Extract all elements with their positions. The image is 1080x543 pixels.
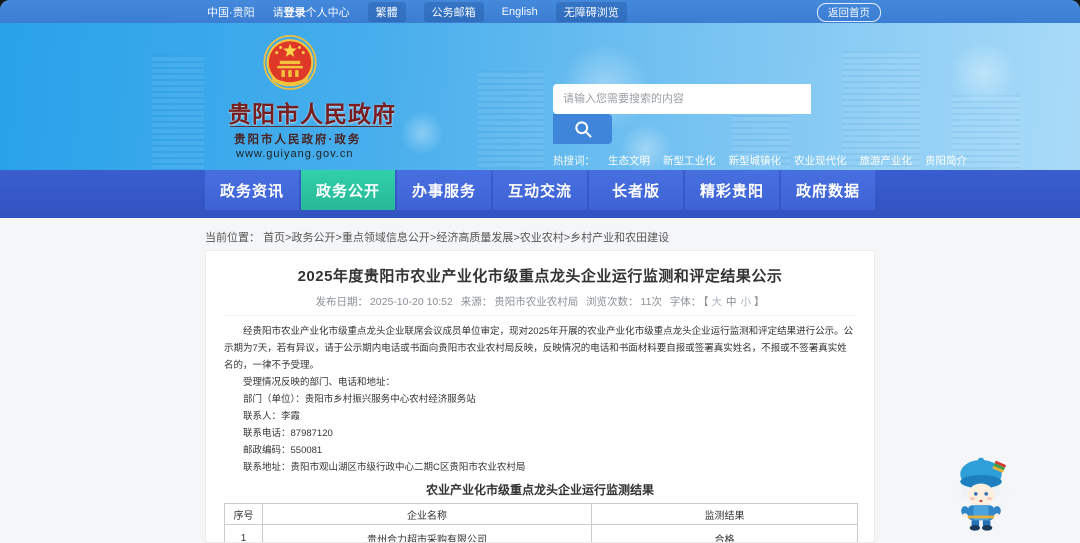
source-label: 来源： xyxy=(460,296,493,308)
article-paragraph: 联系电话：87987120 xyxy=(243,428,333,439)
nav-item-services[interactable]: 办事服务 xyxy=(397,170,491,210)
article-body: 经贵阳市农业产业化市级重点龙头企业联席会议成员单位审定，现对2025年开展的农业… xyxy=(224,323,856,476)
nav-item-gov-disclosure[interactable]: 政务公开 xyxy=(301,170,395,210)
font-size-large[interactable]: 大 xyxy=(712,296,723,308)
topbar: 中国·贵阳 请登录个人中心 繁體 公务邮箱 English 无障碍浏览 返回首页 xyxy=(0,0,1080,23)
bokeh-decoration xyxy=(950,41,1016,107)
hot-search-item[interactable]: 旅游产业化 xyxy=(860,153,913,168)
site-title: 贵阳市人民政府 xyxy=(228,101,396,127)
topbar-link-china-guiyang[interactable]: 中国·贵阳 xyxy=(207,4,255,20)
page-title: 2025年度贵阳市农业产业化市级重点龙头企业运行监测和评定结果公示 xyxy=(297,268,783,285)
login-suffix: 个人中心 xyxy=(305,6,350,19)
header-index: 序号 xyxy=(224,503,263,525)
hot-search-item[interactable]: 新型工业化 xyxy=(663,153,716,168)
monitoring-result-table: 序号 企业名称 监测结果 1 贵州合力超市采购有限公司 合格 2 贵州友禾种业有… xyxy=(224,503,858,542)
header-company-name: 企业名称 xyxy=(261,503,593,525)
table-row: 1 贵州合力超市采购有限公司 合格 xyxy=(224,524,858,542)
search-button[interactable] xyxy=(553,114,612,144)
login-prefix: 请 xyxy=(272,6,284,19)
cell-index: 1 xyxy=(224,524,263,542)
topbar-link-traditional[interactable]: 繁體 xyxy=(367,1,406,22)
topbar-link-official-mail[interactable]: 公务邮箱 xyxy=(423,1,484,22)
font-bracket-close: 】 xyxy=(754,296,765,308)
publish-date-value: 2025-10-20 10:52 xyxy=(369,296,453,308)
site-header-banner: 贵阳市人民政府 贵阳市人民政府·政务 www.guiyang.gov.cn 热搜… xyxy=(0,23,1080,170)
main-nav-items: 政务资讯 政务公开 办事服务 互动交流 长者版 精彩贵阳 政府数据 xyxy=(205,170,875,210)
table-header-row: 序号 企业名称 监测结果 xyxy=(224,503,858,525)
header-result: 监测结果 xyxy=(591,503,858,525)
article-meta: 发布日期： 2025-10-20 10:52 来源： 贵阳市农业农村局 浏览次数： 1… xyxy=(224,294,856,316)
mascot-assistant[interactable] xyxy=(948,450,1014,534)
cityscape-decoration xyxy=(152,55,204,170)
nav-item-senior-version[interactable]: 长者版 xyxy=(589,170,683,210)
topbar-login-link[interactable]: 请登录个人中心 xyxy=(273,4,350,20)
hot-search-label: 热搜词： xyxy=(553,155,595,167)
source-value: 贵阳市农业农村局 xyxy=(494,296,579,308)
topbar-link-accessibility[interactable]: 无障碍浏览 xyxy=(555,1,627,22)
article-card: 2025年度贵阳市农业产业化市级重点龙头企业运行监测和评定结果公示 发布日期： 2… xyxy=(205,250,875,543)
breadcrumb-label: 当前位置： xyxy=(205,232,260,244)
breadcrumb: 当前位置： 首页>政务公开>重点领域信息公开>经济高质量发展>农业农村>乡村产业… xyxy=(205,229,669,245)
main-nav: 政务资讯 政务公开 办事服务 互动交流 长者版 精彩贵阳 政府数据 xyxy=(0,170,1080,218)
publish-date-label: 发布日期： xyxy=(315,296,368,308)
cell-company-name: 贵州合力超市采购有限公司 xyxy=(261,524,593,542)
font-size-small[interactable]: 小 xyxy=(741,296,752,308)
views-value: 11次 xyxy=(640,296,662,308)
mascot-icon xyxy=(951,457,1011,531)
site-subtitle: 贵阳市人民政府·政务 xyxy=(234,134,362,146)
article-paragraph: 邮政编码：550081 xyxy=(243,445,323,456)
breadcrumb-path[interactable]: 首页>政务公开>重点领域信息公开>经济高质量发展>农业农村>乡村产业和农田建设 xyxy=(263,232,669,244)
hot-search-row: 热搜词： 生态文明 新型工业化 新型城镇化 农业现代化 旅游产业化 贵阳简介 xyxy=(553,153,967,168)
search-area: 热搜词： 生态文明 新型工业化 新型城镇化 农业现代化 旅游产业化 贵阳简介 xyxy=(553,84,967,168)
hot-search-item[interactable]: 生态文明 xyxy=(608,153,650,168)
font-size-label: 字体： xyxy=(669,296,702,308)
search-icon xyxy=(574,121,591,138)
nav-item-gov-data[interactable]: 政府数据 xyxy=(781,170,875,210)
font-bracket-open: 【 xyxy=(703,296,709,308)
nav-item-wonderful-guiyang[interactable]: 精彩贵阳 xyxy=(685,170,779,210)
hot-search-item[interactable]: 贵阳简介 xyxy=(925,153,967,168)
topbar-link-english[interactable]: English xyxy=(502,6,538,18)
return-home-button[interactable]: 返回首页 xyxy=(817,3,881,22)
page: 中国·贵阳 请登录个人中心 繁體 公务邮箱 English 无障碍浏览 返回首页 xyxy=(0,0,1080,543)
font-size-medium[interactable]: 中 xyxy=(726,296,737,308)
hot-search-item[interactable]: 新型城镇化 xyxy=(729,153,782,168)
search-input[interactable] xyxy=(553,84,811,114)
cell-result: 合格 xyxy=(591,524,858,542)
views-label: 浏览次数： xyxy=(586,296,639,308)
login-bold: 登录 xyxy=(283,6,306,19)
table-caption: 农业产业化市级重点龙头企业运行监测结果 xyxy=(425,483,654,497)
topbar-links: 中国·贵阳 请登录个人中心 繁體 公务邮箱 English 无障碍浏览 xyxy=(207,1,627,22)
nav-item-interaction[interactable]: 互动交流 xyxy=(493,170,587,210)
article-paragraph: 联系地址：贵阳市观山湖区市级行政中心二期C区贵阳市农业农村局 xyxy=(243,462,526,473)
article-paragraph: 联系人：李霞 xyxy=(243,411,301,422)
article-paragraph: 经贵阳市农业产业化市级重点龙头企业联席会议成员单位审定，现对2025年开展的农业… xyxy=(224,326,854,371)
nav-item-news[interactable]: 政务资讯 xyxy=(205,170,299,210)
title-divider xyxy=(230,126,392,127)
national-emblem-logo xyxy=(263,35,317,90)
cityscape-decoration xyxy=(478,71,544,170)
article-paragraph: 部门（单位）：贵阳市乡村振兴服务中心农村经济服务站 xyxy=(243,394,476,405)
hot-search-item[interactable]: 农业现代化 xyxy=(794,153,847,168)
article-paragraph: 受理情况反映的部门、电话和地址： xyxy=(243,377,396,388)
site-url: www.guiyang.gov.cn xyxy=(236,148,354,160)
